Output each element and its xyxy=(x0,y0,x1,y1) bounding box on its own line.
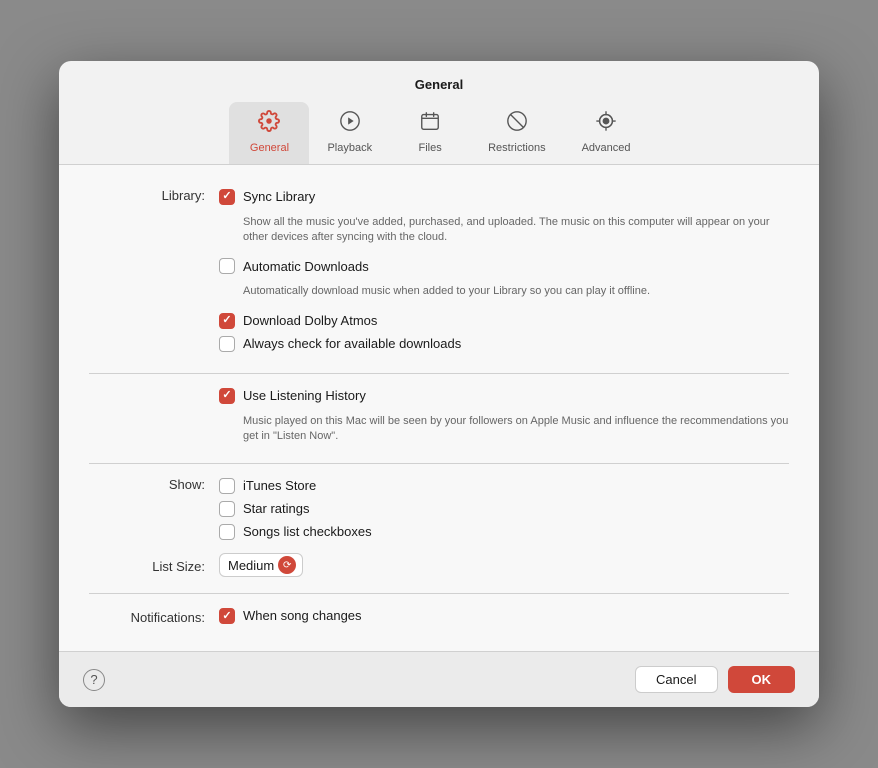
itunes-store-checkbox[interactable] xyxy=(219,478,235,494)
songs-list-checkbox[interactable] xyxy=(219,524,235,540)
listening-section: Use Listening History Music played on th… xyxy=(89,384,789,454)
library-label: Library: xyxy=(89,185,219,203)
auto-downloads-inline: Automatic Downloads xyxy=(219,257,369,274)
notifications-section: Notifications: When song changes xyxy=(89,604,789,627)
when-song-changes-row: When song changes xyxy=(219,604,789,627)
list-size-arrow-icon: ⟳ xyxy=(278,556,296,574)
dolby-atmos-text: Download Dolby Atmos xyxy=(243,312,377,328)
tab-general[interactable]: General xyxy=(229,102,309,164)
divider-1 xyxy=(89,373,789,374)
listening-history-checkbox[interactable] xyxy=(219,388,235,404)
list-size-value: Medium xyxy=(228,558,274,573)
dolby-atmos-checkbox[interactable] xyxy=(219,313,235,329)
check-downloads-checkbox[interactable] xyxy=(219,336,235,352)
songs-list-row: Songs list checkboxes xyxy=(219,520,789,543)
help-button[interactable]: ? xyxy=(83,669,105,691)
list-size-label: List Size: xyxy=(89,556,219,574)
tab-advanced[interactable]: Advanced xyxy=(564,102,649,164)
dialog-title: General xyxy=(59,61,819,92)
preferences-dialog: General General Playback xyxy=(59,61,819,708)
list-size-content: Medium ⟳ xyxy=(219,547,789,583)
listening-history-inline: Use Listening History xyxy=(219,387,366,404)
sync-library-desc: Show all the music you've added, purchas… xyxy=(243,215,789,246)
tab-bar: General Playback Files xyxy=(59,92,819,165)
files-icon xyxy=(419,110,441,138)
content-area: Library: Sync Library Show all the music… xyxy=(59,165,819,652)
divider-3 xyxy=(89,593,789,594)
listening-history-text: Use Listening History xyxy=(243,387,366,403)
restrictions-icon xyxy=(506,110,528,138)
dialog-footer: ? Cancel OK xyxy=(59,651,819,707)
auto-downloads-text: Automatic Downloads xyxy=(243,258,369,274)
show-label: Show: xyxy=(89,474,219,492)
listening-label-spacer xyxy=(89,384,219,387)
sync-library-inline: Sync Library xyxy=(219,188,315,205)
list-size-section: List Size: Medium ⟳ xyxy=(89,547,789,583)
listening-content: Use Listening History Music played on th… xyxy=(219,384,789,454)
sync-library-text: Sync Library xyxy=(243,188,315,204)
dolby-atmos-row: Download Dolby Atmos xyxy=(219,309,789,332)
list-size-row: Medium ⟳ xyxy=(219,547,789,583)
advanced-icon xyxy=(595,110,617,138)
show-content: iTunes Store Star ratings Songs list che… xyxy=(219,474,789,543)
tab-restrictions-label: Restrictions xyxy=(488,142,545,154)
title-text: General xyxy=(415,77,463,92)
when-song-changes-text: When song changes xyxy=(243,607,362,623)
help-label: ? xyxy=(90,672,97,687)
tab-files-label: Files xyxy=(418,142,441,154)
playback-icon xyxy=(339,110,361,138)
auto-downloads-row: Automatic Downloads Automatically downlo… xyxy=(219,254,789,302)
tab-general-label: General xyxy=(250,142,289,154)
general-icon xyxy=(258,110,280,138)
itunes-store-text: iTunes Store xyxy=(243,477,316,493)
star-ratings-row: Star ratings xyxy=(219,497,789,520)
check-downloads-text: Always check for available downloads xyxy=(243,335,461,351)
songs-list-text: Songs list checkboxes xyxy=(243,523,372,539)
auto-downloads-checkbox[interactable] xyxy=(219,258,235,274)
divider-2 xyxy=(89,463,789,464)
list-size-select[interactable]: Medium ⟳ xyxy=(219,553,303,577)
check-downloads-row: Always check for available downloads xyxy=(219,332,789,355)
tab-files[interactable]: Files xyxy=(390,102,470,164)
footer-actions: Cancel OK xyxy=(635,666,795,693)
tab-playback-label: Playback xyxy=(327,142,372,154)
tab-advanced-label: Advanced xyxy=(582,142,631,154)
auto-downloads-desc: Automatically download music when added … xyxy=(243,284,650,299)
sync-library-checkbox[interactable] xyxy=(219,189,235,205)
show-section: Show: iTunes Store Star ratings Songs li… xyxy=(89,474,789,543)
cancel-button[interactable]: Cancel xyxy=(635,666,717,693)
library-options: Sync Library Show all the music you've a… xyxy=(219,185,789,363)
tab-playback[interactable]: Playback xyxy=(309,102,390,164)
star-ratings-text: Star ratings xyxy=(243,500,309,516)
when-song-changes-checkbox[interactable] xyxy=(219,608,235,624)
sync-library-row: Sync Library Show all the music you've a… xyxy=(219,185,789,249)
ok-button[interactable]: OK xyxy=(728,666,796,693)
tab-restrictions[interactable]: Restrictions xyxy=(470,102,563,164)
listening-history-row: Use Listening History Music played on th… xyxy=(219,384,789,448)
notifications-content: When song changes xyxy=(219,604,789,627)
listening-history-desc: Music played on this Mac will be seen by… xyxy=(243,414,789,445)
library-section: Library: Sync Library Show all the music… xyxy=(89,185,789,363)
itunes-store-row: iTunes Store xyxy=(219,474,789,497)
star-ratings-checkbox[interactable] xyxy=(219,501,235,517)
notifications-label: Notifications: xyxy=(89,607,219,625)
